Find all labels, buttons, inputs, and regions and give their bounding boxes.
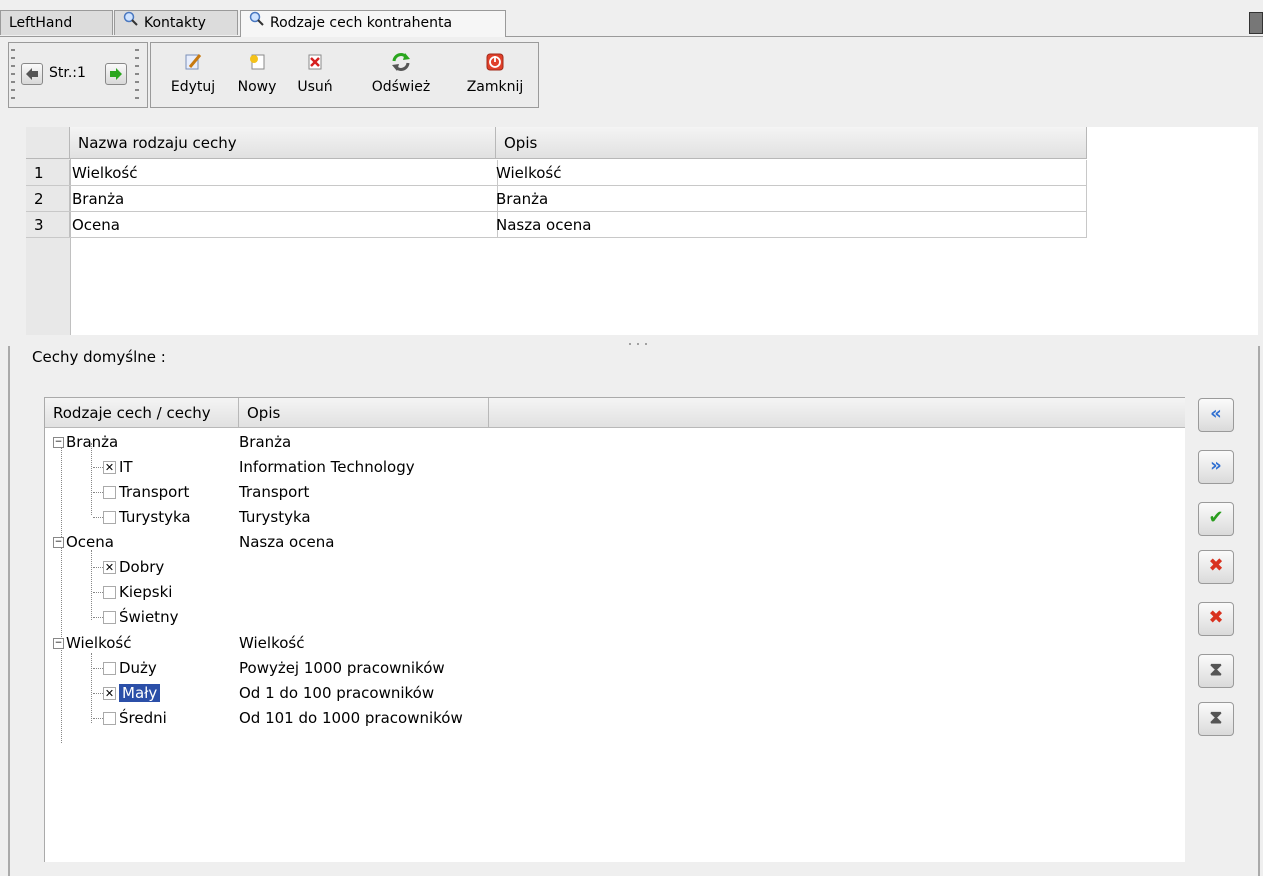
collapse-icon[interactable]: −: [53, 537, 64, 548]
checkbox[interactable]: [103, 712, 116, 725]
checkbox[interactable]: [103, 662, 116, 675]
tree-item-turystyka[interactable]: Turystyka: [93, 505, 191, 530]
tab-lefthand[interactable]: LeftHand: [0, 10, 113, 35]
tree-group-wielkosc[interactable]: − Wielkość: [53, 631, 131, 656]
tree-item-maly[interactable]: ✕ Mały: [93, 681, 161, 706]
close-button[interactable]: Zamknij: [461, 47, 529, 105]
new-icon: [246, 51, 268, 73]
tree-item-desc: Od 101 do 1000 pracowników: [239, 709, 463, 727]
move-down-icon: ⧗: [1209, 659, 1223, 680]
tab-kontakty[interactable]: Kontakty: [114, 10, 238, 35]
feature-types-table: Nazwa rodzaju cechy Opis 1 Wielkość Wiel…: [26, 127, 1258, 335]
tree-line: [61, 443, 62, 743]
column-header-name[interactable]: Nazwa rodzaju cechy: [70, 127, 496, 159]
check-icon: ✔: [1208, 507, 1224, 528]
page-label: Str.:1: [49, 65, 86, 81]
edit-button[interactable]: Edytuj: [169, 47, 217, 105]
check-all-button[interactable]: ✔: [1198, 502, 1234, 536]
tree-column-header-desc[interactable]: Opis: [239, 398, 489, 428]
delete-button[interactable]: Usuń: [295, 47, 335, 105]
invert-selection-button[interactable]: ✖: [1198, 602, 1234, 636]
section-label: Cechy domyślne :: [32, 348, 166, 366]
checkbox[interactable]: [103, 586, 116, 599]
action-toolbar: Edytuj Nowy Usuń Odśwież Zamknij: [150, 42, 539, 108]
tree-item-desc: Powyżej 1000 pracowników: [239, 659, 445, 677]
checkbox[interactable]: [103, 511, 116, 524]
tree-group-desc: Nasza ocena: [239, 533, 335, 551]
tree-line: [91, 550, 92, 620]
next-page-button[interactable]: [105, 63, 127, 85]
rewind-icon: «: [1210, 403, 1222, 424]
power-icon: [484, 51, 506, 73]
tree-item-desc: Turystyka: [239, 508, 311, 526]
tree-item-dobry[interactable]: ✕ Dobry: [93, 555, 164, 580]
tree-column-header-empty: [489, 398, 1185, 428]
tree-item-duzy[interactable]: Duży: [93, 656, 157, 681]
refresh-icon: [390, 51, 412, 73]
tree-group-ocena[interactable]: − Ocena: [53, 530, 114, 555]
move-first-button[interactable]: «: [1198, 398, 1234, 432]
arrow-right-icon: [110, 68, 122, 80]
tree-item-desc: Information Technology: [239, 458, 415, 476]
prev-page-button[interactable]: [21, 63, 43, 85]
tree-item-transport[interactable]: Transport: [93, 480, 189, 505]
checkbox-checked[interactable]: ✕: [103, 461, 116, 474]
tree-group-desc: Wielkość: [239, 634, 305, 652]
check-cross-icon: ✖: [1208, 607, 1224, 628]
tree-item-swietny[interactable]: Świetny: [93, 605, 178, 630]
move-up-button[interactable]: ⧗: [1198, 702, 1234, 736]
checkbox-checked[interactable]: ✕: [103, 687, 116, 700]
cross-icon: ✖: [1208, 555, 1224, 576]
refresh-button[interactable]: Odśwież: [369, 47, 433, 105]
tree-item-desc: Transport: [239, 483, 310, 501]
fast-forward-icon: »: [1210, 455, 1222, 476]
search-icon: [249, 11, 265, 35]
tree-item-kiepski[interactable]: Kiepski: [93, 580, 172, 605]
pager-toolbar: Str.:1: [8, 42, 148, 108]
toolbar-grip[interactable]: [11, 49, 15, 99]
feature-tree: Rodzaje cech / cechy Opis − Branża Branża…: [44, 397, 1185, 862]
panel-border: [1258, 346, 1260, 876]
move-last-button[interactable]: »: [1198, 450, 1234, 484]
tree-line: [91, 653, 92, 723]
table-row[interactable]: 1 Wielkość Wielkość: [26, 160, 1087, 186]
table-row[interactable]: 3 Ocena Nasza ocena: [26, 212, 1087, 238]
tree-column-header-name[interactable]: Rodzaje cech / cechy: [45, 398, 239, 428]
panel-border: [8, 346, 10, 876]
tab-bar: LeftHand Kontakty Rodzaje cech kontrahen…: [0, 10, 1263, 37]
move-down-button[interactable]: ⧗: [1198, 654, 1234, 688]
table-row[interactable]: 2 Branża Branża: [26, 186, 1087, 212]
splitter-handle[interactable]: [620, 336, 660, 346]
tab-rodzaje-cech[interactable]: Rodzaje cech kontrahenta: [240, 10, 506, 37]
delete-icon: [304, 51, 326, 73]
close-tab-icon[interactable]: [1249, 12, 1263, 34]
move-up-icon: ⧗: [1209, 707, 1223, 728]
tree-group-branza[interactable]: − Branża: [53, 430, 118, 455]
new-button[interactable]: Nowy: [235, 47, 279, 105]
checkbox[interactable]: [103, 486, 116, 499]
row-number-header: [26, 127, 70, 159]
collapse-icon[interactable]: −: [53, 437, 64, 448]
checkbox-checked[interactable]: ✕: [103, 561, 116, 574]
column-header-desc[interactable]: Opis: [496, 127, 1087, 159]
edit-icon: [182, 51, 204, 73]
tree-item-sredni[interactable]: Średni: [93, 706, 167, 731]
tree-item-it[interactable]: ✕ IT: [93, 455, 133, 480]
arrow-left-icon: [26, 68, 38, 80]
tree-group-desc: Branża: [239, 433, 292, 451]
tree-item-desc: Od 1 do 100 pracowników: [239, 684, 435, 702]
uncheck-all-button[interactable]: ✖: [1198, 550, 1234, 584]
collapse-icon[interactable]: −: [53, 638, 64, 649]
search-icon: [123, 11, 139, 35]
checkbox[interactable]: [103, 611, 116, 624]
toolbar-grip[interactable]: [135, 49, 139, 99]
